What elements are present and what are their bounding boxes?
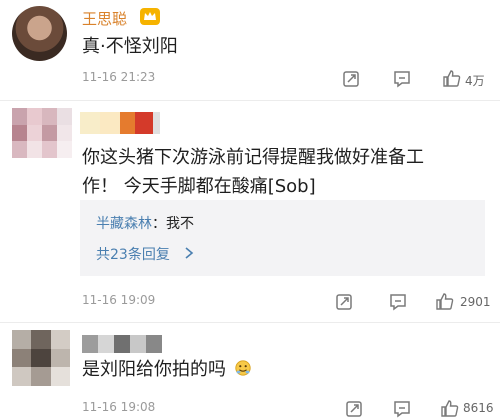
like-icon[interactable]	[440, 398, 460, 418]
view-replies-link[interactable]: 共23条回复	[96, 244, 194, 264]
emoji-icon	[234, 357, 252, 387]
share-icon[interactable]	[344, 399, 364, 419]
crown-icon	[140, 8, 160, 25]
timestamp: 11-16 19:09	[82, 293, 156, 307]
comment-icon[interactable]	[388, 292, 408, 312]
reply-text: 我不	[166, 216, 194, 232]
share-icon[interactable]	[334, 292, 354, 312]
avatar[interactable]	[12, 108, 72, 158]
avatar[interactable]	[12, 6, 67, 61]
reply-count: 共23条回复	[96, 247, 170, 263]
comment-text-body: 是刘阳给你拍的吗	[82, 359, 226, 380]
comment-text: 真·不怪刘阳	[82, 36, 178, 57]
like-count: 4万	[465, 74, 485, 88]
share-icon[interactable]	[341, 69, 361, 89]
like-icon[interactable]	[442, 68, 462, 88]
timestamp: 11-16 21:23	[82, 70, 156, 84]
reply-separator: ：	[152, 216, 166, 232]
reply-box[interactable]: 半藏森林：我不 共23条回复	[80, 200, 485, 276]
comment-icon[interactable]	[392, 399, 412, 419]
reply-author[interactable]: 半藏森林	[96, 216, 152, 232]
user-badge	[135, 112, 153, 134]
username[interactable]	[82, 335, 162, 353]
chevron-right-icon	[184, 246, 194, 264]
comment-text: 是刘阳给你拍的吗	[82, 355, 252, 387]
timestamp: 11-16 19:08	[82, 400, 156, 414]
avatar[interactable]	[12, 330, 70, 386]
like-count: 2901	[460, 295, 491, 309]
divider	[0, 322, 500, 323]
comment-text-line2: 作！ 今天手脚都在酸痛[Sob]	[82, 176, 316, 197]
comment-text-line1: 你这头猪下次游泳前记得提醒我做好准备工	[82, 147, 424, 168]
username[interactable]: 王思聪	[82, 8, 127, 29]
divider	[0, 100, 500, 101]
like-icon[interactable]	[435, 291, 455, 311]
comment-icon[interactable]	[392, 69, 412, 89]
reply-preview: 半藏森林：我不	[96, 213, 194, 233]
